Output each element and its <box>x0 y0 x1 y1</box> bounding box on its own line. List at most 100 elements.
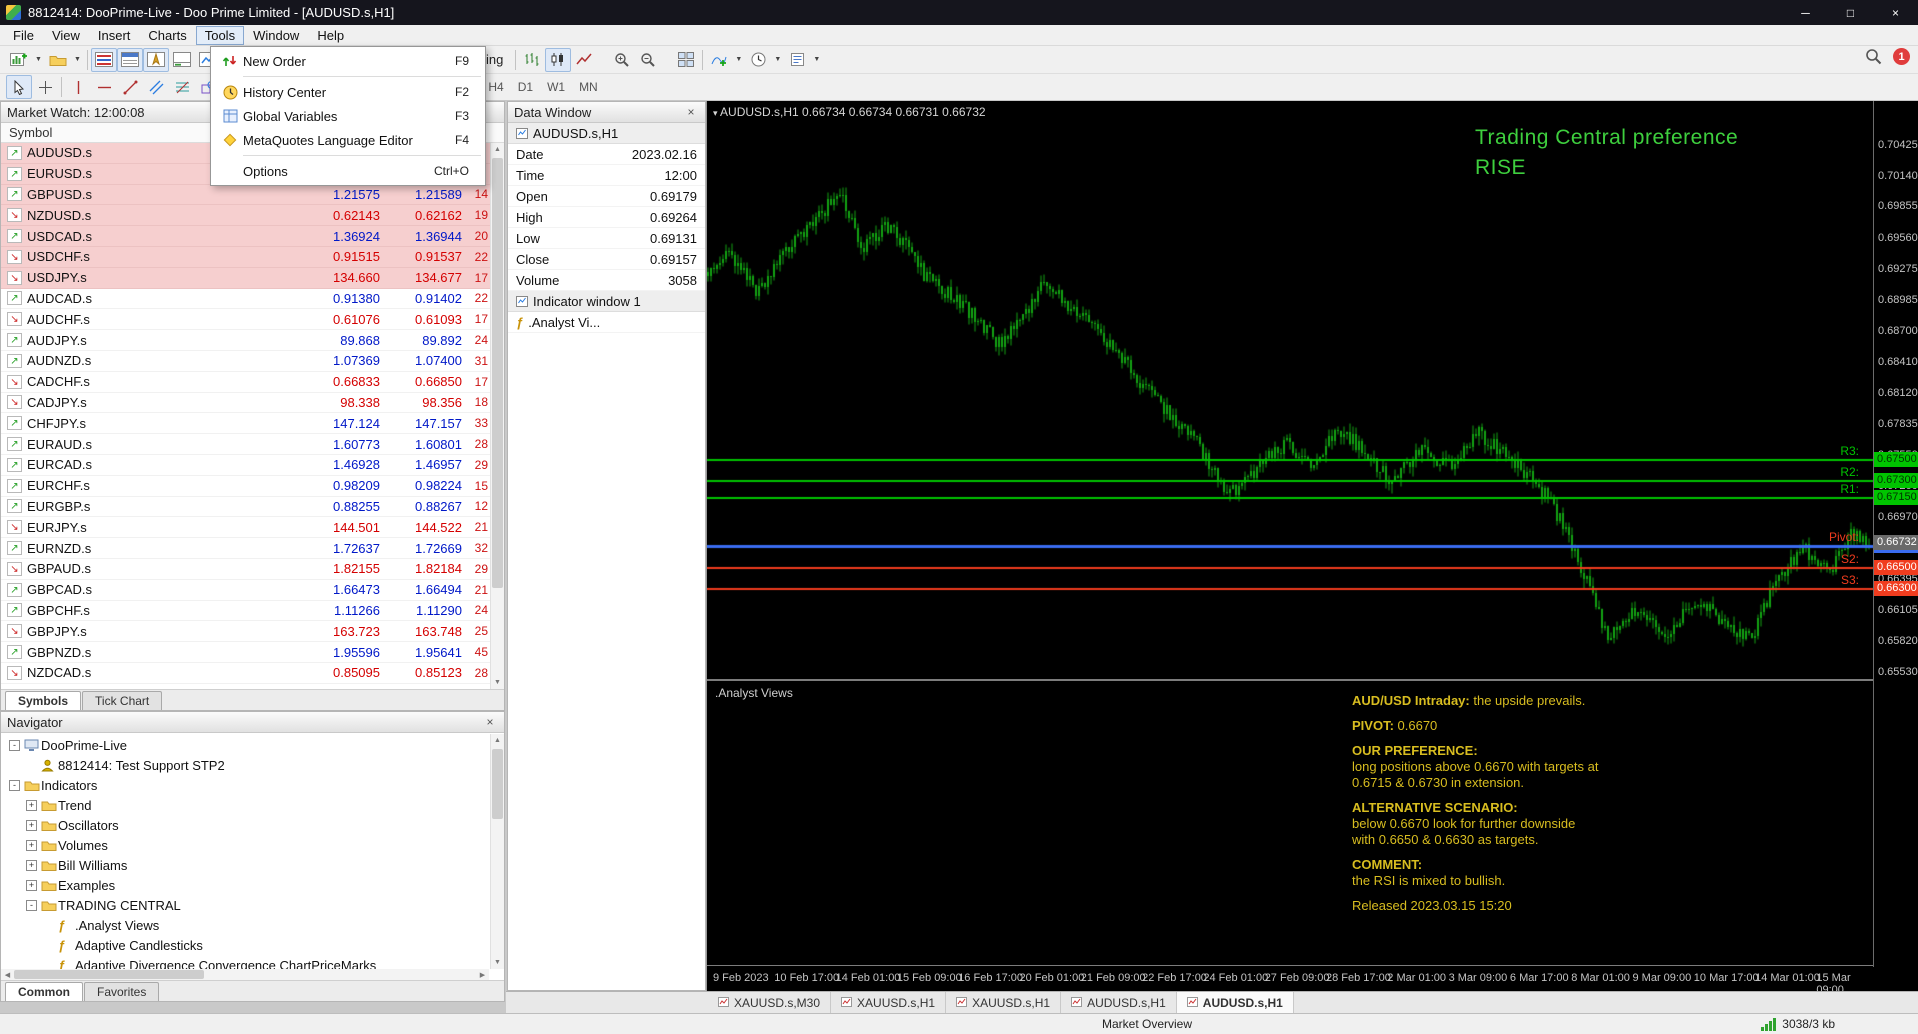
vertical-line-icon[interactable] <box>65 75 91 99</box>
new-chart-dropdown-icon[interactable]: ▼ <box>32 48 45 72</box>
expand-icon[interactable]: + <box>26 800 37 811</box>
navigator-item[interactable]: +Oscillators <box>1 815 504 835</box>
menu-window[interactable]: Window <box>244 26 308 45</box>
expand-icon[interactable]: + <box>26 840 37 851</box>
menu-charts[interactable]: Charts <box>139 26 195 45</box>
market-watch-row[interactable]: ↗AUDCAD.s0.913800.9140222 <box>1 289 504 310</box>
menu-item-history-center[interactable]: History CenterF2 <box>211 80 485 104</box>
market-watch-row[interactable]: ↘USDCHF.s0.915150.9153722 <box>1 247 504 268</box>
scroll-up-icon[interactable]: ▲ <box>491 734 504 747</box>
periods-dropdown-icon[interactable]: ▼ <box>771 48 784 72</box>
market-watch-row[interactable]: ↘AUDCHF.s0.610760.6109317 <box>1 309 504 330</box>
tab-tick-chart[interactable]: Tick Chart <box>82 691 162 710</box>
market-watch-row[interactable]: ↗CHFJPY.s147.124147.15733 <box>1 413 504 434</box>
scroll-right-icon[interactable]: ▶ <box>476 971 489 979</box>
menu-item-options[interactable]: OptionsCtrl+O <box>211 159 485 183</box>
market-watch-scrollbar[interactable]: ▲ ▼ <box>490 143 504 689</box>
collapse-icon[interactable]: - <box>9 740 20 751</box>
market-watch-toggle-icon[interactable] <box>91 48 117 72</box>
navigator-item[interactable]: -DooPrime-Live <box>1 735 504 755</box>
scrollbar-thumb[interactable] <box>492 749 503 819</box>
navigator-item[interactable]: +Volumes <box>1 835 504 855</box>
menu-tools[interactable]: Tools <box>196 26 244 45</box>
scroll-down-icon[interactable]: ▼ <box>491 676 504 689</box>
data-window-toggle-icon[interactable] <box>117 48 143 72</box>
close-icon[interactable]: × <box>482 715 498 729</box>
menu-file[interactable]: File <box>4 26 43 45</box>
line-chart-icon[interactable] <box>571 48 597 72</box>
market-watch-row[interactable]: ↗EURNZD.s1.726371.7266932 <box>1 538 504 559</box>
scrollbar-thumb[interactable] <box>14 970 204 979</box>
close-icon[interactable]: × <box>683 105 699 119</box>
zoom-out-icon[interactable] <box>635 48 661 72</box>
data-window-symbol-section[interactable]: AUDUSD.s,H1 <box>508 123 705 144</box>
zoom-in-icon[interactable] <box>609 48 635 72</box>
indicators-icon[interactable] <box>706 48 732 72</box>
price-axis[interactable]: 0.704250.701400.698550.695600.692750.689… <box>1873 101 1918 967</box>
subwindow-splitter[interactable] <box>707 679 1918 681</box>
templates-icon[interactable] <box>784 48 810 72</box>
collapse-icon[interactable]: - <box>26 900 37 911</box>
navigator-item[interactable]: +Examples <box>1 875 504 895</box>
market-watch-row[interactable]: ↗GBPCHF.s1.112661.1129024 <box>1 601 504 622</box>
market-watch-row[interactable]: ↘GBPAUD.s1.821551.8218429 <box>1 559 504 580</box>
market-watch-row[interactable]: ↗EURCAD.s1.469281.4695729 <box>1 455 504 476</box>
chart-tab-2[interactable]: XAUUSD.s,H1 <box>946 992 1061 1013</box>
market-watch-row[interactable]: ↗GBPNZD.s1.955961.9564145 <box>1 642 504 663</box>
chart-menu-arrow-icon[interactable]: ▾ <box>713 108 720 118</box>
trendline-icon[interactable] <box>117 75 143 99</box>
templates-dropdown-icon[interactable]: ▼ <box>810 48 823 72</box>
navigator-item[interactable]: 8812414: Test Support STP2 <box>1 755 504 775</box>
notifications-badge[interactable]: 1 <box>1893 48 1910 65</box>
period-button-mn[interactable]: MN <box>572 76 605 98</box>
menu-insert[interactable]: Insert <box>89 26 140 45</box>
chart-ohlc-header[interactable]: ▾ AUDUSD.s,H1 0.66734 0.66734 0.66731 0.… <box>713 105 986 119</box>
periods-icon[interactable] <box>745 48 771 72</box>
chart-tab-4[interactable]: AUDUSD.s,H1 <box>1177 992 1294 1013</box>
minimize-button[interactable]: ─ <box>1783 0 1828 25</box>
market-watch-row[interactable]: ↗AUDJPY.s89.86889.89224 <box>1 330 504 351</box>
profiles-dropdown-icon[interactable]: ▼ <box>71 48 84 72</box>
market-watch-row[interactable]: ↘CADJPY.s98.33898.35618 <box>1 393 504 414</box>
market-watch-row[interactable]: ↗EURCHF.s0.982090.9822415 <box>1 476 504 497</box>
terminal-toggle-icon[interactable] <box>169 48 195 72</box>
chart-tab-3[interactable]: AUDUSD.s,H1 <box>1061 992 1177 1013</box>
market-watch-row[interactable]: ↗AUDNZD.s1.073691.0740031 <box>1 351 504 372</box>
navigator-item[interactable]: -TRADING CENTRAL <box>1 895 504 915</box>
maximize-button[interactable]: □ <box>1828 0 1873 25</box>
status-news-text[interactable]: Market Overview <box>1102 1017 1192 1031</box>
collapse-icon[interactable]: - <box>9 780 20 791</box>
navigator-item[interactable]: ƒAdaptive Candlesticks <box>1 935 504 955</box>
navigator-toggle-icon[interactable] <box>143 48 169 72</box>
menu-item-global-variables[interactable]: Global VariablesF3 <box>211 104 485 128</box>
bar-chart-icon[interactable] <box>519 48 545 72</box>
market-watch-row[interactable]: ↗GBPCAD.s1.664731.6649421 <box>1 580 504 601</box>
scroll-left-icon[interactable]: ◀ <box>1 971 14 979</box>
market-watch-row[interactable]: ↘USDJPY.s134.660134.67717 <box>1 268 504 289</box>
tile-windows-icon[interactable] <box>673 48 699 72</box>
expand-icon[interactable]: + <box>26 880 37 891</box>
navigator-item[interactable]: -Indicators <box>1 775 504 795</box>
market-watch-row[interactable]: ↗GBPUSD.s1.215751.2158914 <box>1 185 504 206</box>
period-button-d1[interactable]: D1 <box>511 76 540 98</box>
market-watch-row[interactable]: ↘NZDUSD.s0.621430.6216219 <box>1 205 504 226</box>
candlestick-chart-icon[interactable] <box>545 48 571 72</box>
market-watch-row[interactable]: ↘GBPJPY.s163.723163.74825 <box>1 621 504 642</box>
scrollbar-thumb[interactable] <box>492 158 503 588</box>
fibonacci-icon[interactable] <box>169 75 195 99</box>
navigator-scrollbar[interactable]: ▲ ▼ <box>490 734 504 969</box>
crosshair-icon[interactable] <box>32 75 58 99</box>
market-watch-row[interactable]: ↗USDCAD.s1.369241.3694420 <box>1 226 504 247</box>
new-chart-icon[interactable] <box>6 48 32 72</box>
market-watch-row[interactable]: ↗EURGBP.s0.882550.8826712 <box>1 497 504 518</box>
menu-item-metaquotes-language-editor[interactable]: MetaQuotes Language EditorF4 <box>211 128 485 152</box>
navigator-item[interactable]: +Bill Williams <box>1 855 504 875</box>
horizontal-line-icon[interactable] <box>91 75 117 99</box>
navigator-hscrollbar[interactable]: ◀ ▶ <box>1 969 489 980</box>
channel-icon[interactable] <box>143 75 169 99</box>
data-window-indicator-row[interactable]: ƒ.Analyst Vi... <box>508 312 705 333</box>
data-window-indicator-section[interactable]: Indicator window 1 <box>508 291 705 312</box>
market-watch-row[interactable]: ↘EURJPY.s144.501144.52221 <box>1 517 504 538</box>
candlestick-chart-canvas[interactable] <box>707 101 1873 679</box>
cursor-icon[interactable] <box>6 75 32 99</box>
